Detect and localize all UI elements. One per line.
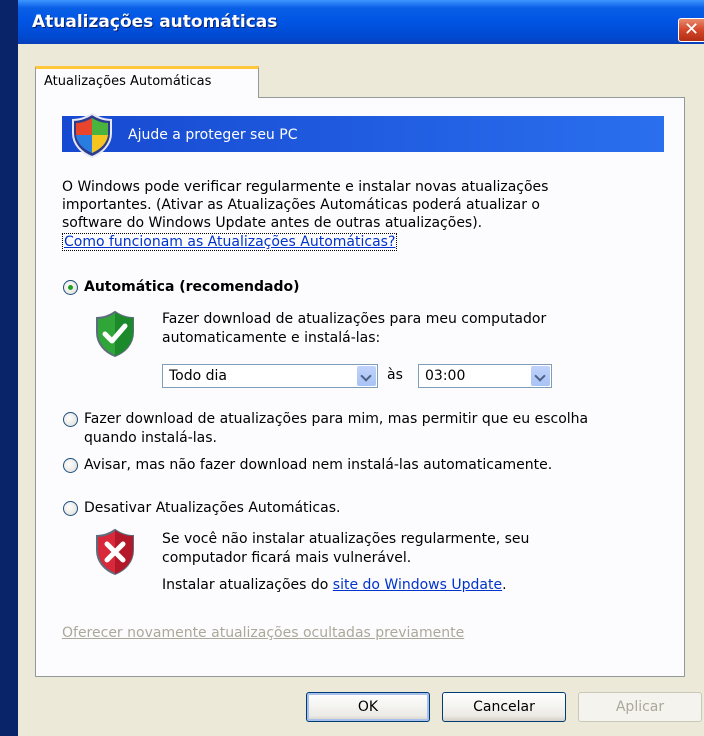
automatic-label[interactable]: Automática (recomendado)	[84, 278, 300, 296]
download-only-label[interactable]: Fazer download de atualizações para mim,…	[84, 410, 588, 428]
radio-disable[interactable]	[63, 501, 78, 516]
warning-text: computador ficará mais vulnerável.	[162, 550, 412, 566]
radio-notify[interactable]	[63, 458, 78, 473]
tab-panel: Ajude a proteger seu PC O Windows pode v…	[35, 97, 685, 677]
how-it-works-link[interactable]: Como funcionam as Atualizações Automátic…	[62, 233, 398, 251]
windows-security-shield-icon	[72, 112, 112, 159]
automatic-desc: automaticamente e instalá-las:	[162, 330, 381, 346]
radio-download-only[interactable]	[63, 412, 78, 427]
red-x-shield-icon	[96, 528, 134, 576]
chevron-down-icon[interactable]	[357, 366, 376, 386]
tab-automatic-updates[interactable]: Atualizações Automáticas	[35, 66, 259, 98]
window-title: Atualizações automáticas	[32, 12, 278, 32]
close-button[interactable]: ✕	[678, 18, 704, 42]
green-check-shield-icon	[96, 310, 134, 358]
frequency-value: Todo dia	[169, 368, 227, 384]
install-prefix: Instalar atualizações do	[162, 577, 333, 593]
banner-text: Ajude a proteger seu PC	[128, 127, 298, 143]
apply-button: Aplicar	[578, 692, 702, 722]
disable-label[interactable]: Desativar Atualizações Automáticas.	[84, 499, 340, 517]
time-select[interactable]: 03:00	[418, 364, 552, 388]
security-banner: Ajude a proteger seu PC	[62, 112, 664, 159]
at-label: às	[387, 367, 403, 383]
download-only-label-cont[interactable]: quando instalá-las.	[84, 429, 217, 447]
chevron-down-icon[interactable]	[531, 366, 550, 386]
close-icon: ✕	[684, 19, 700, 40]
automatic-desc: Fazer download de atualizações para meu …	[162, 311, 547, 327]
intro-text: O Windows pode verificar regularmente e …	[62, 178, 662, 232]
install-suffix: .	[502, 577, 507, 593]
cancel-button[interactable]: Cancelar	[442, 692, 566, 722]
radio-automatic[interactable]	[63, 280, 78, 295]
notify-label[interactable]: Avisar, mas não fazer download nem insta…	[84, 456, 552, 474]
warning-text: Se você não instalar atualizações regula…	[162, 531, 530, 547]
title-bar[interactable]: Atualizações automáticas ✕	[18, 0, 704, 44]
intro-line: O Windows pode verificar regularmente e …	[62, 179, 549, 195]
windows-update-site-link[interactable]: site do Windows Update	[333, 577, 502, 593]
intro-line: importantes. (Ativar as Atualizações Aut…	[62, 197, 540, 213]
time-value: 03:00	[425, 368, 466, 384]
frequency-select[interactable]: Todo dia	[162, 364, 378, 388]
intro-line: software do Windows Update antes de outr…	[62, 215, 483, 231]
ok-button[interactable]: OK	[306, 692, 430, 722]
auto-updates-dialog: Atualizações automáticas ✕ Atualizações …	[18, 0, 704, 736]
install-text: Instalar atualizações do site do Windows…	[162, 576, 507, 594]
offer-hidden-updates-link: Oferecer novamente atualizações ocultada…	[62, 625, 465, 641]
tab-label: Atualizações Automáticas	[44, 74, 212, 89]
